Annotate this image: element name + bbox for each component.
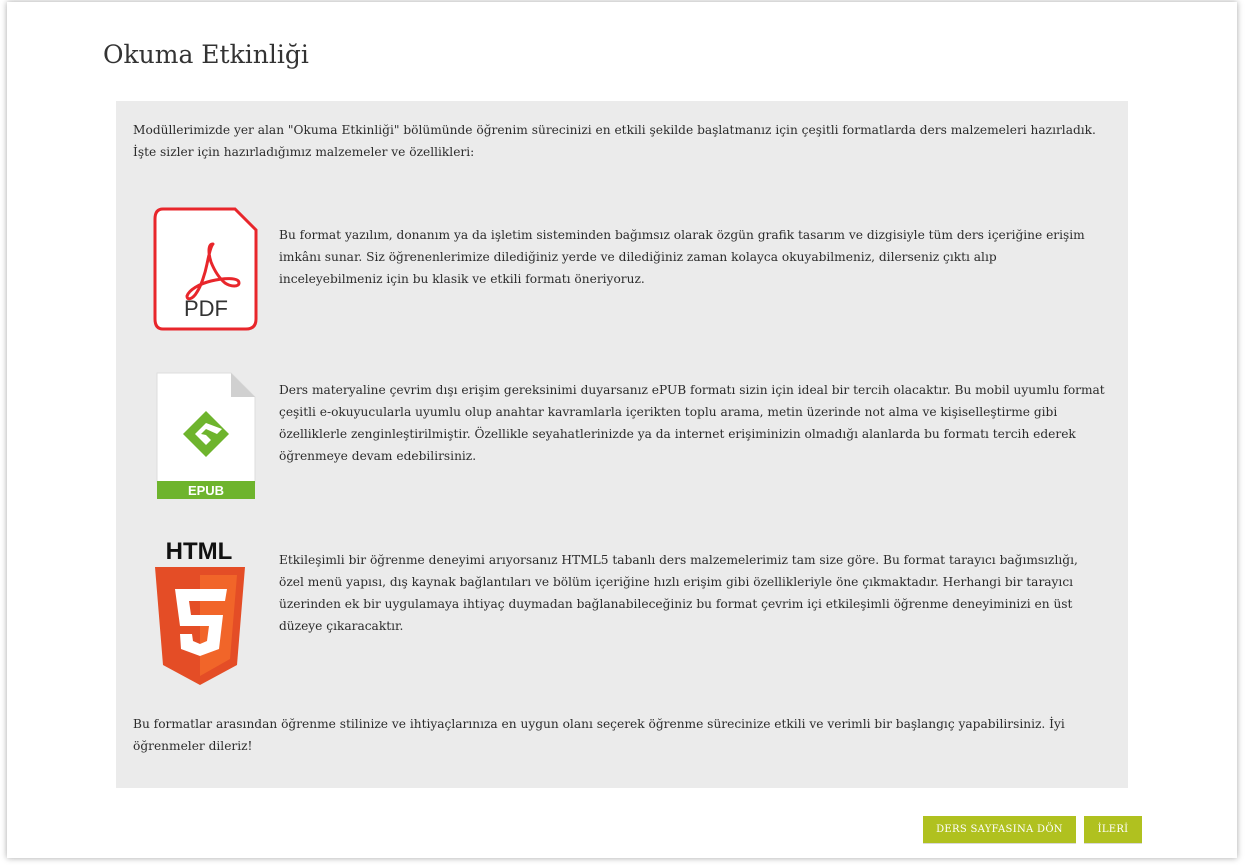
- epub-icon-label: EPUB: [188, 483, 224, 498]
- intro-text: Modüllerimizde yer alan "Okuma Etkinliği…: [133, 123, 1096, 159]
- page-title: Okuma Etkinliği: [103, 40, 309, 69]
- content-panel: Modüllerimizde yer alan "Okuma Etkinliği…: [116, 101, 1128, 788]
- html5-icon: HTML: [149, 537, 251, 687]
- pdf-icon-label: PDF: [184, 296, 228, 321]
- epub-description: Ders materyaline çevrim dışı erişim gere…: [279, 383, 1105, 463]
- html5-icon-label: HTML: [166, 538, 233, 565]
- epub-icon: EPUB: [155, 371, 257, 501]
- next-button[interactable]: İLERİ: [1084, 816, 1142, 843]
- outro-text: Bu formatlar arasından öğrenme stilinize…: [133, 717, 1065, 753]
- html5-description: Etkileşimli bir öğrenme deneyimi arıyors…: [279, 553, 1078, 633]
- back-to-course-button[interactable]: DERS SAYFASINA DÖN: [923, 816, 1076, 843]
- pdf-description: Bu format yazılım, donanım ya da işletim…: [279, 228, 1085, 286]
- pdf-icon: PDF: [153, 206, 259, 332]
